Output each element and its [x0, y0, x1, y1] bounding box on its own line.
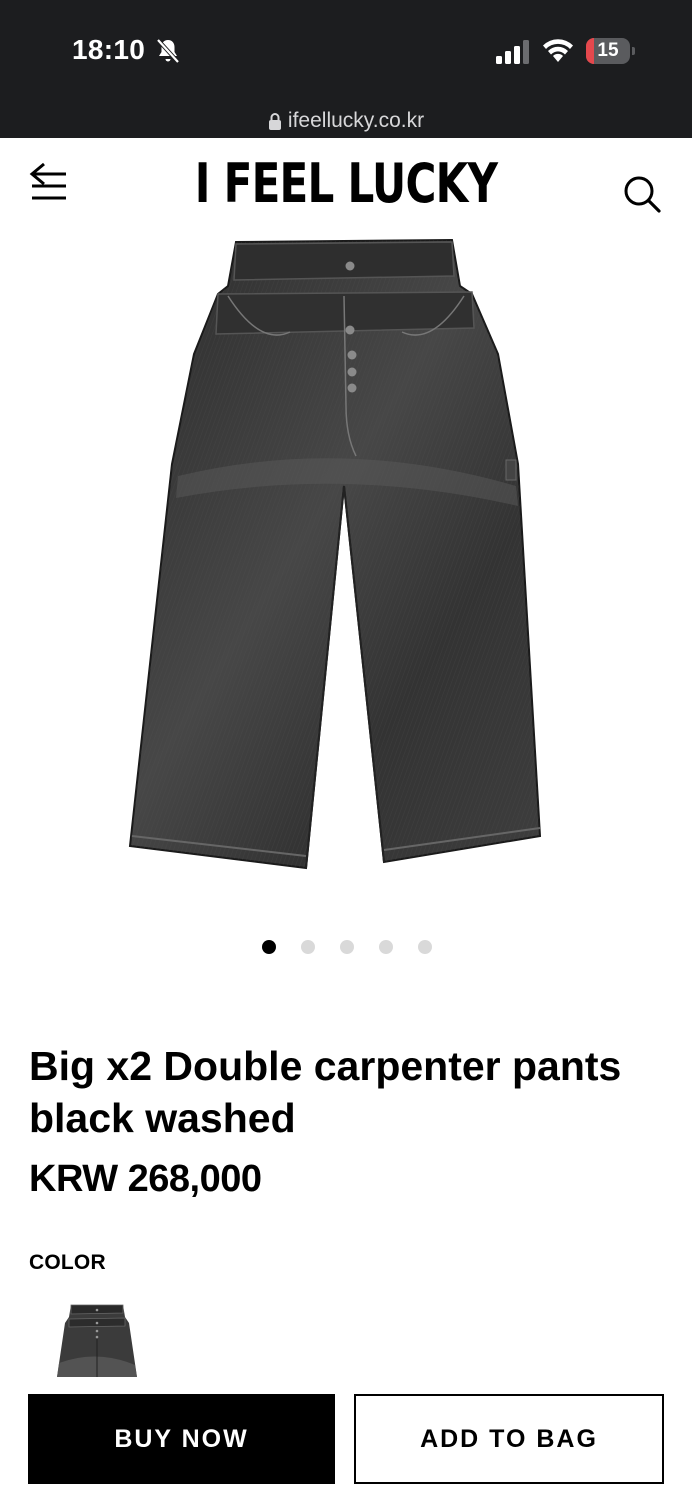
search-icon[interactable] [620, 172, 664, 216]
bell-slash-icon [156, 38, 180, 64]
color-swatch-black-washed[interactable] [57, 1303, 137, 1377]
menu-back-icon[interactable] [28, 160, 70, 208]
action-bar: BUY NOW ADD TO BAG [0, 1378, 692, 1500]
address-bar[interactable]: ifeellucky.co.kr [0, 104, 692, 138]
lock-icon [268, 113, 281, 130]
product-image[interactable] [120, 236, 560, 872]
color-label: COLOR [29, 1251, 106, 1274]
url-text: ifeellucky.co.kr [287, 109, 425, 132]
gallery-pagination [0, 940, 692, 956]
battery-icon: 15 [586, 38, 636, 64]
gallery-dot-3[interactable] [340, 940, 354, 954]
cellular-signal-icon [496, 40, 529, 64]
gallery-dot-5[interactable] [418, 940, 432, 954]
wifi-icon [543, 39, 573, 62]
product-price: KRW 268,000 [29, 1158, 262, 1200]
buy-now-button[interactable]: BUY NOW [28, 1394, 335, 1484]
site-logo[interactable]: I FEEL LUCKY [76, 152, 616, 215]
gallery-dot-2[interactable] [301, 940, 315, 954]
site-header: I FEEL LUCKY [0, 138, 692, 230]
status-time: 18:10 [72, 34, 146, 65]
add-to-bag-button[interactable]: ADD TO BAG [354, 1394, 664, 1484]
status-bar: 18:10 15 ifeellucky.co.kr [0, 0, 692, 138]
product-title: Big x2 Double carpenter pants black wash… [29, 1043, 622, 1141]
battery-level: 15 [597, 40, 619, 61]
gallery-dot-1[interactable] [262, 940, 276, 954]
gallery-dot-4[interactable] [379, 940, 393, 954]
